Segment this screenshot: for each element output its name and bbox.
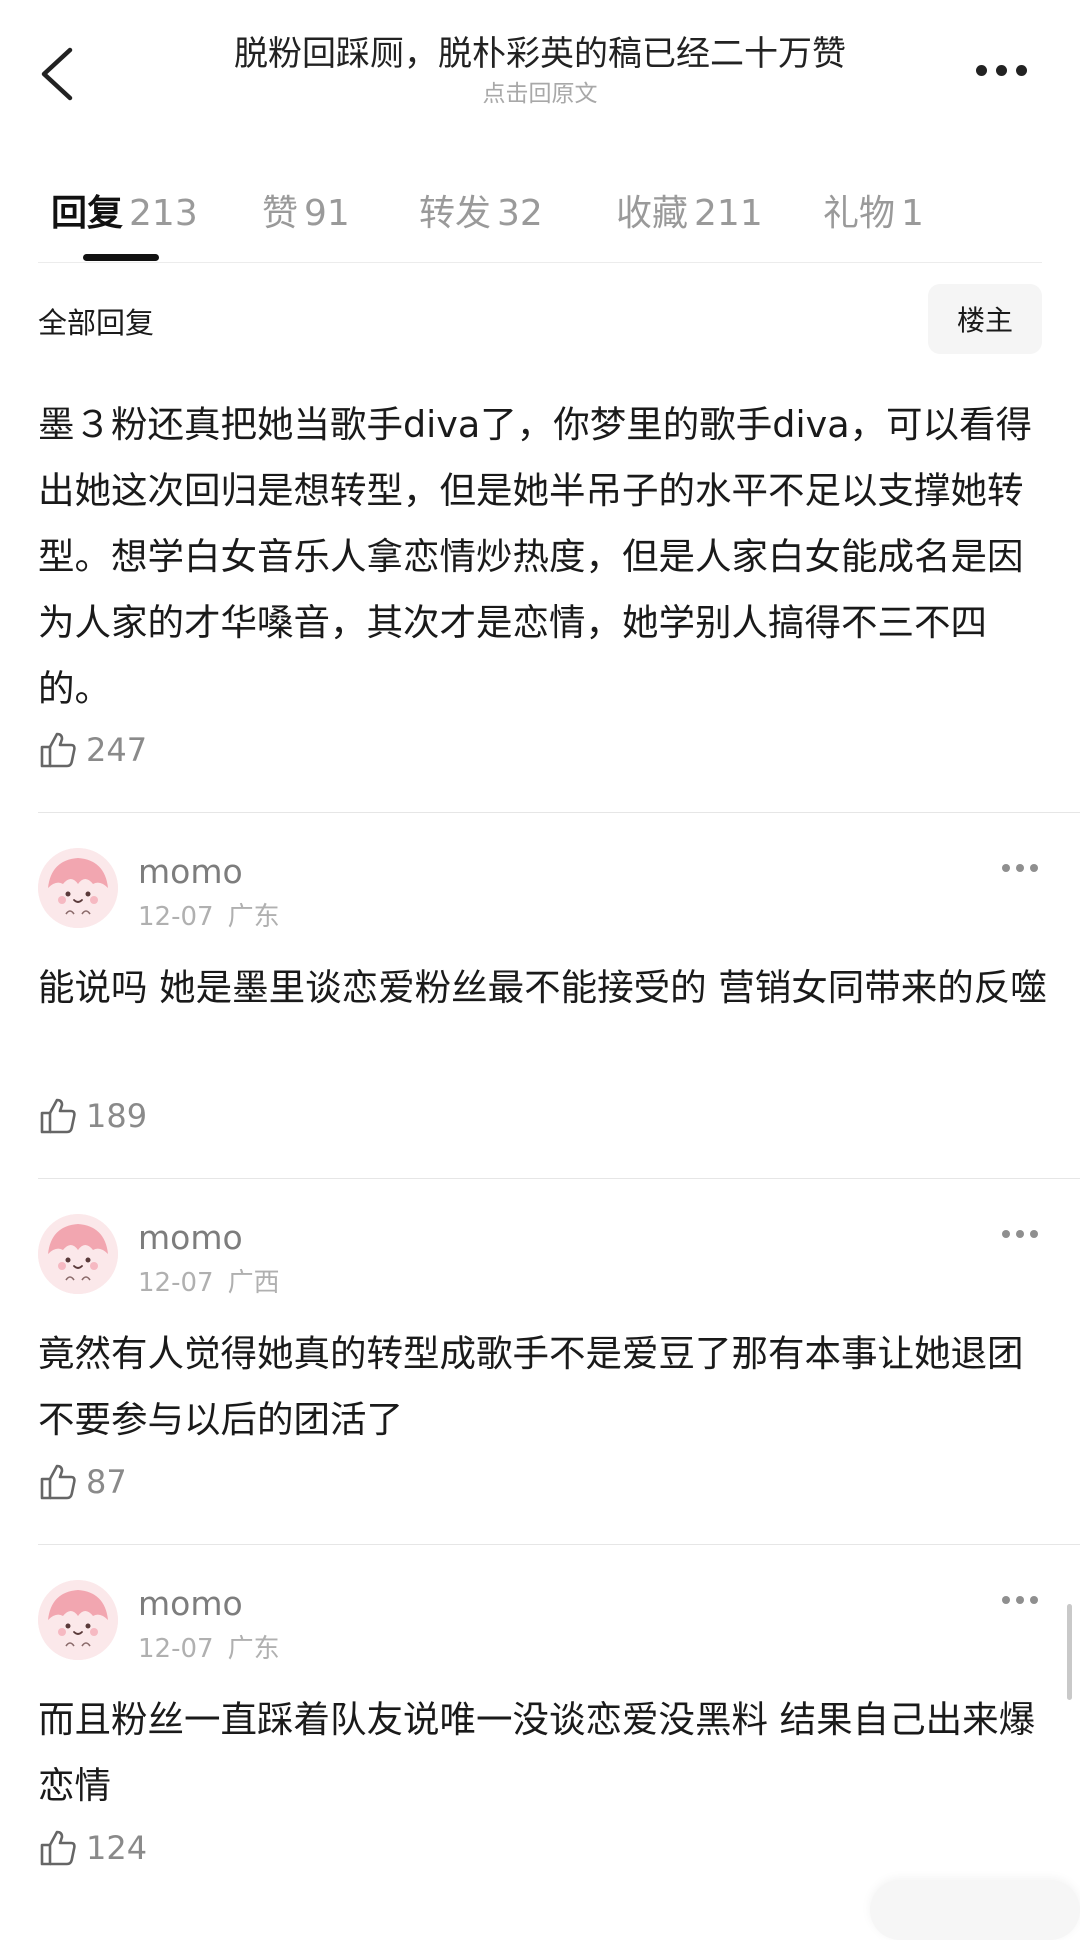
like-count: 124 xyxy=(86,1829,148,1867)
username[interactable]: momo xyxy=(138,1218,243,1257)
comment-meta: 12-07 广东 xyxy=(138,896,280,933)
thumbs-up-icon xyxy=(40,1464,76,1500)
divider xyxy=(38,1544,1080,1545)
tab-label: 收藏 xyxy=(616,193,689,234)
more-horizontal-icon xyxy=(1002,1596,1010,1604)
comment-text: 而且粉丝一直踩着队友说唯一没谈恋爱没黑料 结果自己出来爆恋情 xyxy=(38,1698,1036,1807)
comment-text: 能说吗 她是墨里谈恋爱粉丝最不能接受的 营销女同带来的反噬 xyxy=(38,966,1047,1009)
back-to-original-link[interactable]: 点击回原文 xyxy=(0,80,1080,108)
tab-replies[interactable]: 回复 213 xyxy=(51,184,198,236)
more-options-button[interactable] xyxy=(976,60,1032,80)
comment-header: momo 12-07 广西 xyxy=(38,1214,1042,1298)
avatar[interactable] xyxy=(38,1214,118,1294)
comment-more-button[interactable] xyxy=(1002,1228,1042,1240)
tab-likes[interactable]: 赞 91 xyxy=(262,184,350,236)
comment-date: 12-07 xyxy=(138,1634,214,1664)
avatar-illustration xyxy=(38,848,118,928)
like-button[interactable]: 247 xyxy=(38,730,147,770)
like-count: 87 xyxy=(86,1463,127,1501)
comment-date: 12-07 xyxy=(138,902,214,932)
thumbs-up-icon xyxy=(40,732,76,768)
more-horizontal-icon xyxy=(1002,864,1010,872)
comment-location: 广东 xyxy=(227,902,280,932)
divider xyxy=(38,1178,1080,1179)
like-button[interactable]: 87 xyxy=(38,1462,127,1502)
tab-favorites[interactable]: 收藏 211 xyxy=(616,184,763,236)
owner-only-button[interactable]: 楼主 xyxy=(928,284,1042,354)
tab-count: 211 xyxy=(694,193,763,234)
tab-reposts[interactable]: 转发 32 xyxy=(419,184,543,236)
tab-bar: 回复 213 赞 91 转发 32 收藏 211 礼物 1 xyxy=(0,170,1080,266)
tab-label: 赞 xyxy=(262,193,299,234)
like-button[interactable]: 124 xyxy=(38,1828,147,1868)
comment-location: 广西 xyxy=(227,1268,280,1298)
tab-count: 213 xyxy=(129,193,198,234)
tab-count: 32 xyxy=(497,193,543,234)
post-title[interactable]: 脱粉回踩厕，脱朴彩英的稿已经二十万赞 xyxy=(0,32,1080,76)
avatar[interactable] xyxy=(38,848,118,928)
reply-filter-row: 全部回复 楼主 xyxy=(0,282,1080,358)
comment-text: 竟然有人觉得她真的转型成歌手不是爱豆了那有本事让她退团不要参与以后的团活了 xyxy=(38,1332,1024,1441)
comment-header: momo 12-07 广东 xyxy=(38,848,1042,932)
more-horizontal-icon xyxy=(976,64,987,76)
comment-more-button[interactable] xyxy=(1002,1594,1042,1606)
comment-more-button[interactable] xyxy=(1002,862,1042,874)
thumbs-up-icon xyxy=(40,1098,76,1134)
tabs-divider xyxy=(38,262,1042,263)
more-horizontal-icon xyxy=(1002,1230,1010,1238)
comment-header: momo 12-07 广东 xyxy=(38,1580,1042,1664)
comment-meta: 12-07 广西 xyxy=(138,1262,280,1299)
active-tab-indicator xyxy=(83,254,159,261)
comment-meta: 12-07 广东 xyxy=(138,1628,280,1665)
tab-gifts[interactable]: 礼物 1 xyxy=(823,184,924,236)
scrollbar[interactable] xyxy=(1067,1604,1072,1700)
all-replies-label: 全部回复 xyxy=(38,306,155,340)
main-post-text: 墨３粉还真把她当歌手diva了，你梦里的歌手diva，可以看得出她这次回归是想转… xyxy=(38,403,1033,710)
comment-date: 12-07 xyxy=(138,1268,214,1298)
username[interactable]: momo xyxy=(138,1584,243,1623)
avatar[interactable] xyxy=(38,1580,118,1660)
tab-label: 礼物 xyxy=(823,193,896,234)
like-button[interactable]: 189 xyxy=(38,1096,147,1136)
like-count: 247 xyxy=(86,731,148,769)
top-nav-bar: 脱粉回踩厕，脱朴彩英的稿已经二十万赞 点击回原文 xyxy=(0,0,1080,140)
avatar-illustration xyxy=(38,1580,118,1660)
avatar-illustration xyxy=(38,1214,118,1294)
tab-count: 91 xyxy=(304,193,350,234)
tab-label: 回复 xyxy=(51,193,124,234)
username[interactable]: momo xyxy=(138,852,243,891)
like-count: 189 xyxy=(86,1097,148,1135)
comment-location: 广东 xyxy=(227,1634,280,1664)
tab-label: 转发 xyxy=(419,193,492,234)
divider xyxy=(38,812,1080,813)
thumbs-up-icon xyxy=(40,1830,76,1866)
tab-count: 1 xyxy=(901,193,924,234)
reply-input-bar[interactable] xyxy=(870,1880,1080,1940)
